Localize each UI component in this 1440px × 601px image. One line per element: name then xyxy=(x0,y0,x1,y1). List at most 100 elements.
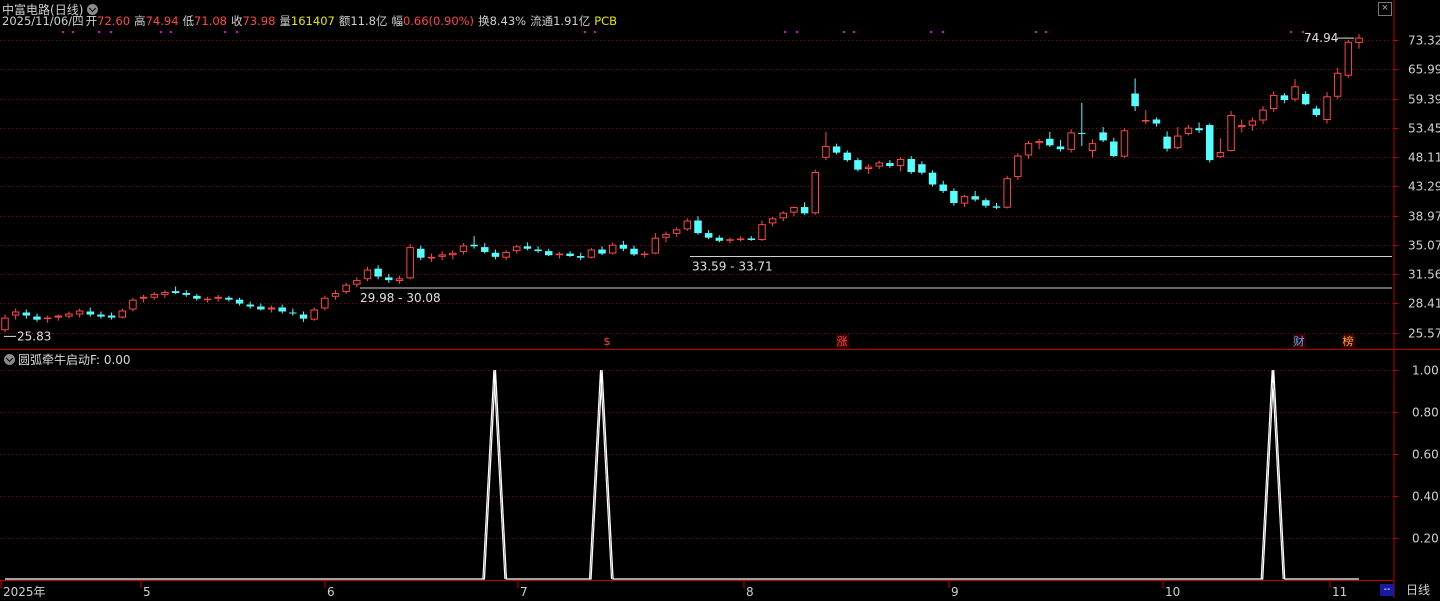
candle-body-up xyxy=(726,239,734,241)
candle-body-down xyxy=(1056,146,1065,150)
candle-body-down xyxy=(950,190,958,203)
candle-body-up xyxy=(1259,109,1267,121)
candle-body-down xyxy=(630,248,638,255)
candle-body-up xyxy=(758,224,766,241)
indicator-title: 圆弧牵牛启动F: 0.00 xyxy=(4,351,131,368)
price-axis-label: 48.11 xyxy=(1408,151,1440,165)
range-label-a: 29.98 - 30.08 xyxy=(360,291,441,305)
candle-body-up xyxy=(1227,114,1235,151)
bottom-tab-period[interactable]: 日线 xyxy=(1396,582,1440,598)
candle-body-up xyxy=(1269,94,1278,110)
event-marker: $ xyxy=(601,334,614,348)
candle-body-up xyxy=(651,237,660,254)
indicator-axis-label: 0.80 xyxy=(1412,406,1439,420)
x-axis-label: 2025年 xyxy=(3,585,46,598)
candle-body-up xyxy=(683,220,692,230)
candle-body-down xyxy=(747,238,756,241)
candle-body-up xyxy=(1248,120,1257,126)
candle-body-down xyxy=(225,297,233,300)
candle-body-down xyxy=(289,312,297,314)
candle-body-up xyxy=(1216,152,1225,158)
indicator-value: : 0.00 xyxy=(95,353,131,367)
price-axis-label: 43.29 xyxy=(1408,180,1440,194)
candle-body-down xyxy=(566,253,574,257)
candle-body-up xyxy=(459,245,468,252)
change-label: 幅 xyxy=(391,14,403,28)
turnover-label: 换 xyxy=(478,14,490,28)
candle-body-down xyxy=(971,196,979,200)
candle-body-up xyxy=(161,292,169,295)
x-axis-label: 5 xyxy=(143,585,151,598)
x-axis-label: 9 xyxy=(951,585,959,598)
chevron-down-icon[interactable] xyxy=(4,354,15,365)
candle-body-up xyxy=(65,313,73,317)
candle-body-down xyxy=(182,292,190,295)
candle-body-down xyxy=(470,244,478,247)
price-axis-label: 35.07 xyxy=(1408,239,1440,253)
candle-body-up xyxy=(790,207,798,213)
x-axis-label: 10 xyxy=(1165,585,1180,598)
bottom-tab-dash[interactable]: -- xyxy=(1380,584,1394,596)
candle-body-up xyxy=(1088,143,1097,151)
candle-body-down xyxy=(246,304,254,307)
amount-label: 额 xyxy=(338,14,351,28)
candle-body-down xyxy=(619,244,628,249)
candle-body-up xyxy=(11,311,20,316)
candle-body-up xyxy=(864,166,873,170)
float-label: 流通 xyxy=(530,14,554,28)
candle-body-up xyxy=(768,218,777,224)
x-axis-label: 11 xyxy=(1332,585,1347,598)
candle-body-up xyxy=(342,284,350,293)
event-marker: 财 xyxy=(1293,334,1306,348)
candle-body-down xyxy=(97,314,105,317)
x-axis-label: 7 xyxy=(520,585,528,598)
candle-body-down xyxy=(1046,138,1054,146)
high-value: 74.94 xyxy=(145,14,179,28)
header-quote-row: 2025/11/06/四 开72.60 高74.94 低71.08 收73.98 量161… xyxy=(2,13,621,29)
float-value: 1.91亿 xyxy=(553,14,591,28)
candle-body-down xyxy=(854,160,862,170)
event-marker: 榜 xyxy=(1342,334,1355,348)
indicator-axis-label: 0.20 xyxy=(1412,532,1439,546)
candle-body-down xyxy=(534,249,542,252)
candle-body-down xyxy=(800,207,809,214)
candle-body-down xyxy=(545,251,553,256)
candle-body-down xyxy=(1280,95,1289,101)
indicator-axis-label: 0.40 xyxy=(1412,490,1439,504)
candle-body-up xyxy=(1067,132,1075,150)
candle-body-up xyxy=(1014,155,1022,177)
x-axis-label: 6 xyxy=(327,585,335,598)
candle-body-down xyxy=(576,256,585,258)
price-axis-label: 28.41 xyxy=(1408,297,1440,311)
candle-body-down xyxy=(22,312,31,316)
event-marker-text: 涨 xyxy=(837,335,848,348)
candle-body-up xyxy=(438,254,446,257)
candle-body-down xyxy=(907,158,915,173)
amount-value: 11.8亿 xyxy=(350,14,388,28)
candle-body-down xyxy=(694,220,702,234)
candle-body-up xyxy=(427,256,436,259)
candle-body-up xyxy=(502,251,510,258)
close-button[interactable]: × xyxy=(1378,2,1392,16)
candle-body-up xyxy=(896,158,905,167)
candle-body-up xyxy=(875,162,883,167)
range-label-b: 33.59 - 33.71 xyxy=(692,259,773,273)
candle-body-up xyxy=(214,296,222,299)
price-axis-label: 31.56 xyxy=(1408,268,1440,282)
candle-body-up xyxy=(129,299,137,310)
candle-body-down xyxy=(385,277,393,281)
candle-body-up xyxy=(662,233,670,238)
close-value: 73.98 xyxy=(242,14,276,28)
candle-body-up xyxy=(736,238,745,240)
candle-body-up xyxy=(150,293,158,298)
candle-body-up xyxy=(203,298,212,301)
indicator-axis-label: 1.00 xyxy=(1412,364,1439,378)
candle-body-down xyxy=(1078,132,1086,134)
candle-body-down xyxy=(832,146,841,153)
candle-body-up xyxy=(1003,178,1011,208)
candle-body-down xyxy=(1099,132,1107,141)
candle-body-up xyxy=(587,249,596,258)
candle-body-up xyxy=(1333,72,1342,97)
candle-body-up xyxy=(395,278,404,282)
candle-body-down xyxy=(1131,93,1139,107)
